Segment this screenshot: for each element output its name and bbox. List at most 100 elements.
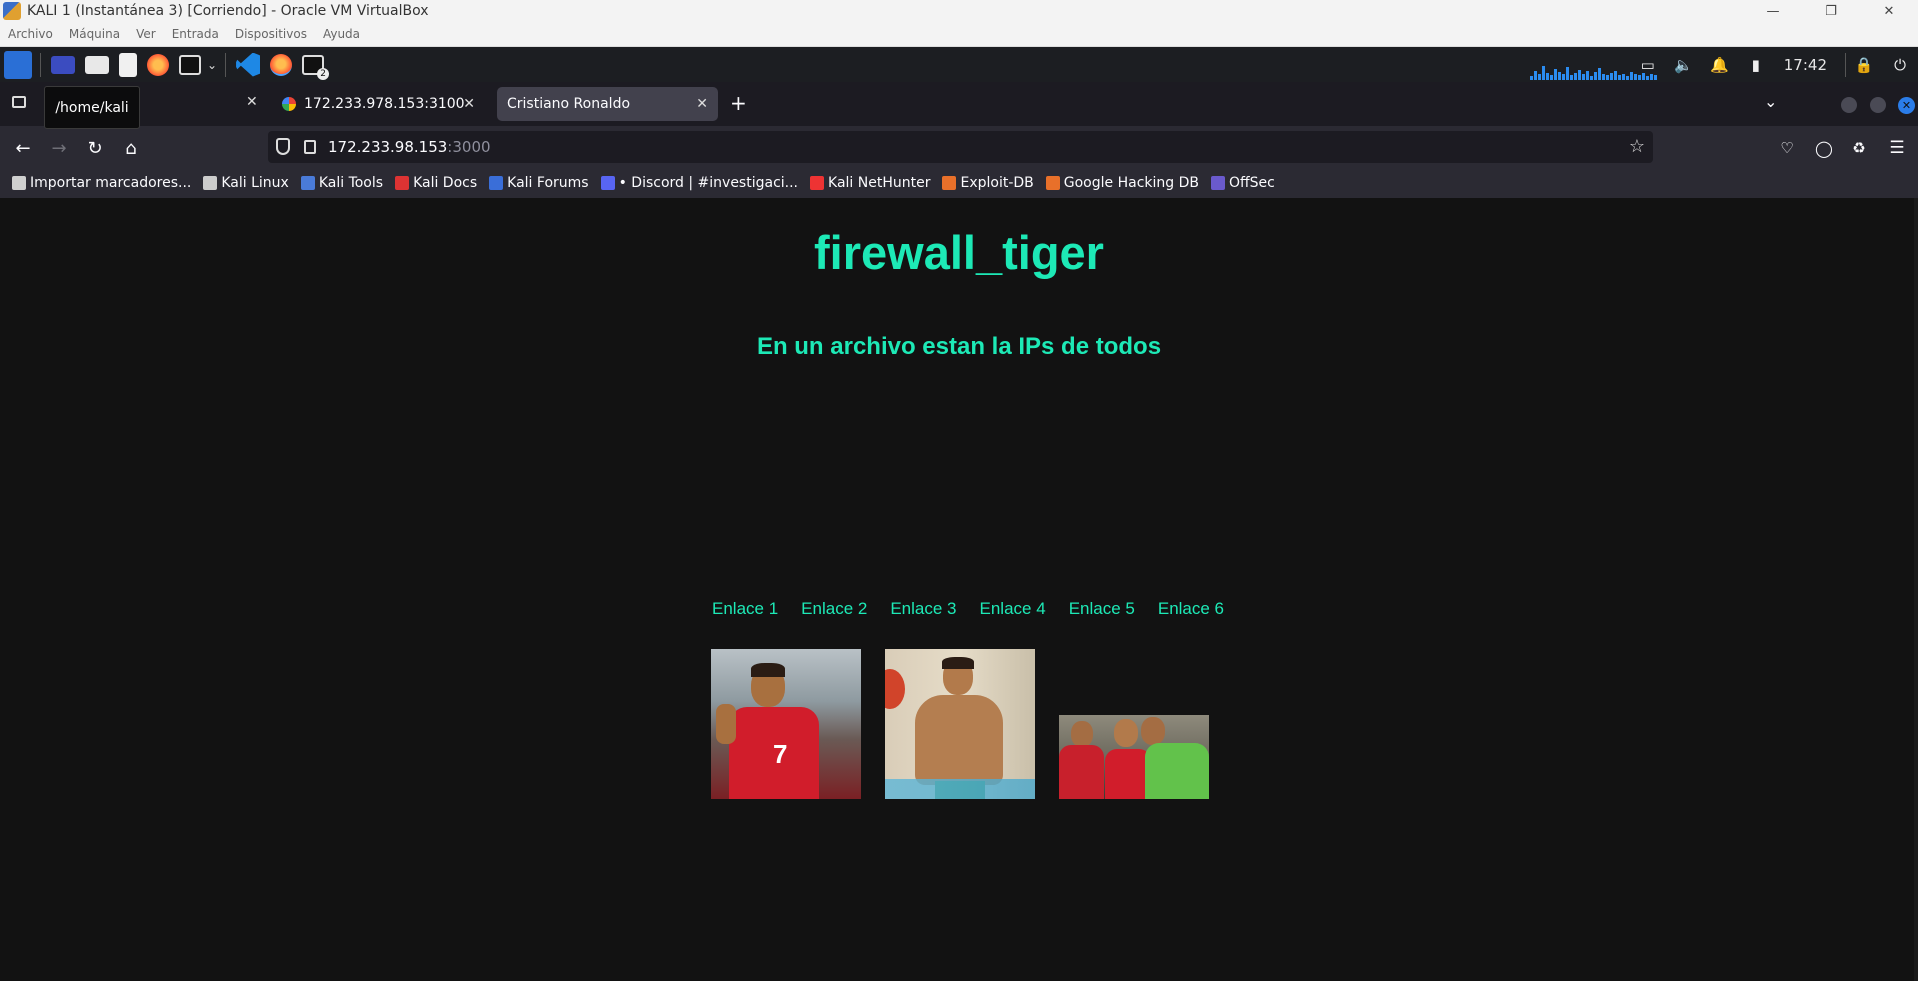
account-icon[interactable]: ◯ xyxy=(1811,135,1837,161)
menu-ayuda[interactable]: Ayuda xyxy=(323,27,360,41)
window-close-dot[interactable]: ✕ xyxy=(1898,97,1915,114)
terminal-group-icon[interactable]: 2 xyxy=(302,54,330,80)
menu-dispositivos[interactable]: Dispositivos xyxy=(235,27,307,41)
cpu-graph-bar xyxy=(1558,72,1561,80)
cpu-graph-bar xyxy=(1542,66,1545,80)
window-maximize-dot[interactable] xyxy=(1870,97,1886,113)
shield-icon[interactable] xyxy=(276,138,290,155)
menu-ver[interactable]: Ver xyxy=(136,27,156,41)
url-host: 172.233.98.153 xyxy=(328,138,448,156)
page-scrollbar[interactable] xyxy=(1914,198,1918,981)
insecure-lock-icon[interactable] xyxy=(304,140,316,154)
text-editor-icon[interactable] xyxy=(119,52,137,77)
cpu-graph-bar xyxy=(1634,74,1637,80)
bookmark-item[interactable]: OffSec xyxy=(1210,175,1275,191)
panel-clock[interactable]: 17:42 xyxy=(1784,56,1827,74)
window-title: KALI 1 (Instantánea 3) [Corriendo] - Ora… xyxy=(27,3,429,19)
link-enlace-5[interactable]: Enlace 5 xyxy=(1069,599,1135,619)
cpu-graph-bar xyxy=(1574,73,1577,80)
tab-close-icon[interactable]: ✕ xyxy=(463,96,475,112)
file-manager-icon[interactable] xyxy=(85,55,109,74)
url-bar[interactable]: 172.233.98.153:3000 ☆ xyxy=(268,131,1653,163)
bookmark-star-icon[interactable]: ☆ xyxy=(1629,136,1645,157)
ronaldo-photo-2 xyxy=(885,649,1035,799)
menu-maquina[interactable]: Máquina xyxy=(69,27,120,41)
link-enlace-4[interactable]: Enlace 4 xyxy=(980,599,1046,619)
bookmark-item[interactable]: Kali Linux xyxy=(203,175,289,191)
forward-arrow-icon[interactable]: → xyxy=(46,135,72,161)
window-minimize-dot[interactable] xyxy=(1841,97,1857,113)
menu-entrada[interactable]: Entrada xyxy=(172,27,219,41)
tab-cristiano-ronaldo[interactable]: Cristiano Ronaldo ✕ xyxy=(497,87,718,121)
bookmark-item[interactable]: • Discord | #investigaci... xyxy=(600,175,798,191)
bookmark-item[interactable]: Kali Tools xyxy=(300,175,384,191)
cpu-graph-bar xyxy=(1626,76,1629,80)
bookmarks-toolbar: Importar marcadores... Kali Linux Kali Too… xyxy=(0,168,1918,198)
kali-dragon-icon xyxy=(203,176,218,190)
nethunter-icon xyxy=(810,176,825,190)
import-icon xyxy=(12,176,26,190)
cpu-graph-bar xyxy=(1646,76,1649,80)
cpu-graph-bar xyxy=(1530,76,1533,80)
cpu-graph-bar xyxy=(1550,75,1553,80)
lock-icon[interactable]: 🔒 xyxy=(1854,55,1874,75)
chevron-down-icon[interactable]: ⌄ xyxy=(1764,92,1777,111)
link-enlace-3[interactable]: Enlace 3 xyxy=(890,599,956,619)
cpu-graph-bar xyxy=(1578,70,1581,80)
reload-icon[interactable]: ↻ xyxy=(82,135,108,161)
tab-close-icon[interactable]: ✕ xyxy=(696,96,708,112)
hamburger-menu-icon[interactable]: ☰ xyxy=(1884,135,1910,161)
ronaldo-photo-1: 7 xyxy=(711,649,861,799)
tab-home-close-icon[interactable]: ✕ xyxy=(246,94,258,110)
list-all-tabs-icon[interactable] xyxy=(12,96,26,108)
ghdb-icon xyxy=(1045,176,1060,190)
bookmark-item[interactable]: Kali Forums xyxy=(489,175,589,191)
bookmark-item[interactable]: Exploit-DB xyxy=(942,175,1034,191)
cpu-graph-bar xyxy=(1566,67,1569,80)
show-desktop-icon[interactable] xyxy=(51,55,75,74)
page-subtitle: En un archivo estan la IPs de todos xyxy=(756,333,1162,360)
bookmark-item[interactable]: Kali NetHunter xyxy=(810,175,930,191)
battery-icon[interactable]: ▮ xyxy=(1746,55,1766,75)
link-enlace-6[interactable]: Enlace 6 xyxy=(1158,599,1224,619)
cpu-graph-bar xyxy=(1610,73,1613,80)
virtualbox-title-bar: KALI 1 (Instantánea 3) [Corriendo] - Ora… xyxy=(0,0,1918,22)
bookmark-item[interactable]: Google Hacking DB xyxy=(1045,175,1199,191)
close-window-button[interactable]: ✕ xyxy=(1860,0,1918,22)
bookmark-item[interactable]: Importar marcadores... xyxy=(12,175,191,191)
google-favicon-icon xyxy=(282,97,296,111)
virtualbox-app-icon xyxy=(3,2,21,20)
pocket-icon[interactable]: ♡ xyxy=(1774,135,1800,161)
minimize-button[interactable]: — xyxy=(1744,0,1802,22)
home-icon[interactable]: ⌂ xyxy=(118,135,144,161)
vscode-icon[interactable] xyxy=(236,52,261,77)
cpu-graph-bar xyxy=(1594,72,1597,80)
back-arrow-icon[interactable]: ← xyxy=(10,135,36,161)
new-tab-plus-icon[interactable]: + xyxy=(730,91,747,115)
bookmark-item[interactable]: Kali Docs xyxy=(395,175,477,191)
terminal-count-badge: 2 xyxy=(317,67,330,80)
tab-label: 172.233.978.153:3100 - B xyxy=(304,96,469,112)
cpu-graph-bar xyxy=(1546,73,1549,80)
cpu-graph-bar xyxy=(1618,75,1621,80)
bookmark-label: Kali Tools xyxy=(318,175,384,191)
terminal-icon[interactable] xyxy=(179,54,201,75)
notifications-icon[interactable]: 🔔 xyxy=(1710,55,1730,75)
firefox-icon[interactable] xyxy=(147,53,169,76)
power-icon[interactable]: ⏻ xyxy=(1890,55,1910,75)
cpu-graph-bar xyxy=(1562,74,1565,80)
tab-google-search[interactable]: 172.233.978.153:3100 - B ✕ xyxy=(272,87,485,121)
volume-icon[interactable]: 🔈 xyxy=(1674,55,1694,75)
bookmark-label: Kali Docs xyxy=(413,175,478,191)
url-port: :3000 xyxy=(447,138,491,156)
cpu-graph-bar xyxy=(1538,74,1541,80)
kali-tools-icon xyxy=(300,176,315,190)
firefox-active-icon[interactable] xyxy=(270,53,293,76)
kali-menu-icon[interactable] xyxy=(4,50,32,79)
restore-button[interactable]: ❐ xyxy=(1802,0,1860,22)
extensions-icon[interactable]: ♻ xyxy=(1846,135,1872,161)
menu-archivo[interactable]: Archivo xyxy=(8,27,53,41)
chevron-down-icon[interactable]: ⌄ xyxy=(207,58,217,72)
link-enlace-2[interactable]: Enlace 2 xyxy=(801,599,867,619)
link-enlace-1[interactable]: Enlace 1 xyxy=(712,599,778,619)
